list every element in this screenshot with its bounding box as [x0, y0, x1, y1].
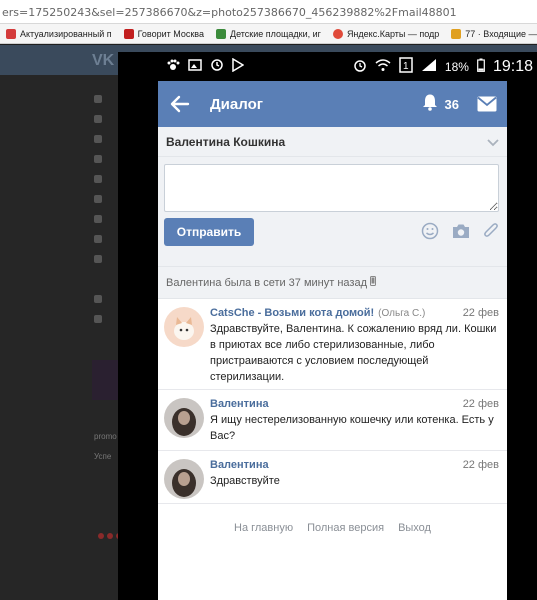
sim-icon: 1 — [399, 57, 413, 76]
bg-menu-icon — [94, 250, 116, 263]
avatar[interactable] — [164, 398, 204, 438]
battery-icon — [477, 58, 485, 75]
send-button[interactable]: Отправить — [164, 218, 254, 246]
app-screen: Диалог 36 Валентина Кошкина Отправить Ва… — [158, 81, 507, 600]
avatar[interactable] — [164, 307, 204, 347]
message-text: Здравствуйте — [210, 475, 280, 487]
mail-icon — [451, 28, 462, 39]
compose-area: Отправить — [158, 157, 507, 267]
signal-icon — [421, 58, 437, 75]
message-date: 22 фев — [462, 398, 499, 410]
bg-menu-icon — [94, 230, 116, 243]
message-author-note: (Ольга С.) — [378, 308, 426, 319]
notifications-count: 36 — [444, 96, 459, 112]
paperclip-icon[interactable] — [483, 222, 499, 245]
message-date: 22 фев — [462, 307, 499, 319]
battery-percent: 18% — [444, 59, 469, 74]
mail-icon[interactable] — [477, 96, 497, 112]
app-header: Диалог 36 — [158, 81, 507, 127]
image-icon — [188, 58, 202, 75]
footer-links: На главную Полная версия Выход — [158, 522, 507, 534]
url-text: ers=175250243&sel=257386670&z=photo25738… — [2, 6, 457, 19]
message-author-link[interactable]: Валентина — [210, 459, 269, 471]
message-item[interactable]: Валентина 22 фев Здравствуйте — [158, 451, 507, 504]
clock-time: 19:18 — [492, 57, 533, 75]
bookmark-2[interactable]: Говорит Москва — [118, 28, 210, 39]
bg-menu-icon — [94, 310, 116, 323]
avatar[interactable] — [164, 459, 204, 499]
back-arrow-icon[interactable] — [170, 92, 194, 116]
message-item[interactable]: CatsChe - Возьми кота домой! (Ольга С.) … — [158, 299, 507, 390]
status-bar: 1 18% 19:18 — [158, 52, 537, 81]
paw-icon — [166, 58, 180, 75]
bookmarks-bar: Актуализированный п Говорит Москва Детск… — [0, 24, 537, 44]
bookmark-4[interactable]: Яндекс.Карты — подр — [327, 28, 445, 39]
bookmark-1[interactable]: Актуализированный п — [0, 28, 118, 39]
address-bar[interactable]: ers=175250243&sel=257386670&z=photo25738… — [0, 0, 537, 24]
home-link[interactable]: На главную — [234, 522, 293, 534]
bg-menu-icon — [94, 170, 116, 183]
play-store-icon — [232, 57, 245, 75]
bookmark-icon — [215, 28, 226, 39]
bg-text: Успе — [94, 452, 112, 461]
svg-text:1: 1 — [403, 61, 409, 72]
logout-link[interactable]: Выход — [398, 522, 431, 534]
phone-frame: 1 18% 19:18 Диалог 36 Валентина Кошкина … — [118, 52, 537, 600]
bg-menu-icon — [94, 190, 116, 203]
alarm-icon — [353, 58, 367, 75]
attach-toolbar — [421, 222, 499, 245]
emoji-icon[interactable] — [421, 222, 439, 245]
wifi-icon — [375, 58, 391, 75]
bg-menu-icon — [94, 90, 116, 103]
recipient-name: Валентина Кошкина — [166, 134, 286, 149]
bookmark-icon — [6, 28, 16, 39]
chevron-down-icon — [487, 134, 499, 150]
notifications-button[interactable]: 36 — [421, 93, 477, 116]
full-version-link[interactable]: Полная версия — [307, 522, 384, 534]
message-item[interactable]: Валентина 22 фев Я ищу нестерелизованную… — [158, 390, 507, 451]
message-text: Я ищу нестерелизованную кошечку или коте… — [210, 414, 494, 442]
mobile-phone-icon — [370, 276, 377, 289]
bg-menu-icon — [94, 150, 116, 163]
camera-icon[interactable] — [451, 223, 471, 244]
bell-icon — [421, 93, 439, 116]
sync-icon — [210, 58, 224, 75]
online-status-text: Валентина была в сети 37 минут назад — [166, 276, 368, 289]
map-pin-icon — [332, 28, 343, 39]
vk-logo: VK — [92, 52, 115, 69]
message-input[interactable] — [164, 164, 499, 212]
page-title: Диалог — [210, 95, 263, 113]
recipient-selector[interactable]: Валентина Кошкина — [158, 127, 507, 157]
message-text: Здравствуйте, Валентина. К сожалению вря… — [210, 323, 497, 383]
bookmark-5[interactable]: 77 · Входящие — Янд — [445, 28, 537, 39]
bookmark-icon — [123, 28, 134, 39]
bg-menu-icon — [94, 210, 116, 223]
message-date: 22 фев — [462, 459, 499, 471]
bg-menu-icon — [94, 290, 116, 303]
online-status: Валентина была в сети 37 минут назад — [158, 267, 507, 299]
bg-text: promo — [94, 432, 117, 441]
bg-menu-icon — [94, 110, 116, 123]
bg-menu-icon — [94, 130, 116, 143]
message-author-link[interactable]: Валентина — [210, 398, 269, 410]
message-list: CatsChe - Возьми кота домой! (Ольга С.) … — [158, 299, 507, 504]
message-author-link[interactable]: CatsChe - Возьми кота домой! — [210, 307, 374, 319]
bookmark-3[interactable]: Детские площадки, иг — [210, 28, 327, 39]
